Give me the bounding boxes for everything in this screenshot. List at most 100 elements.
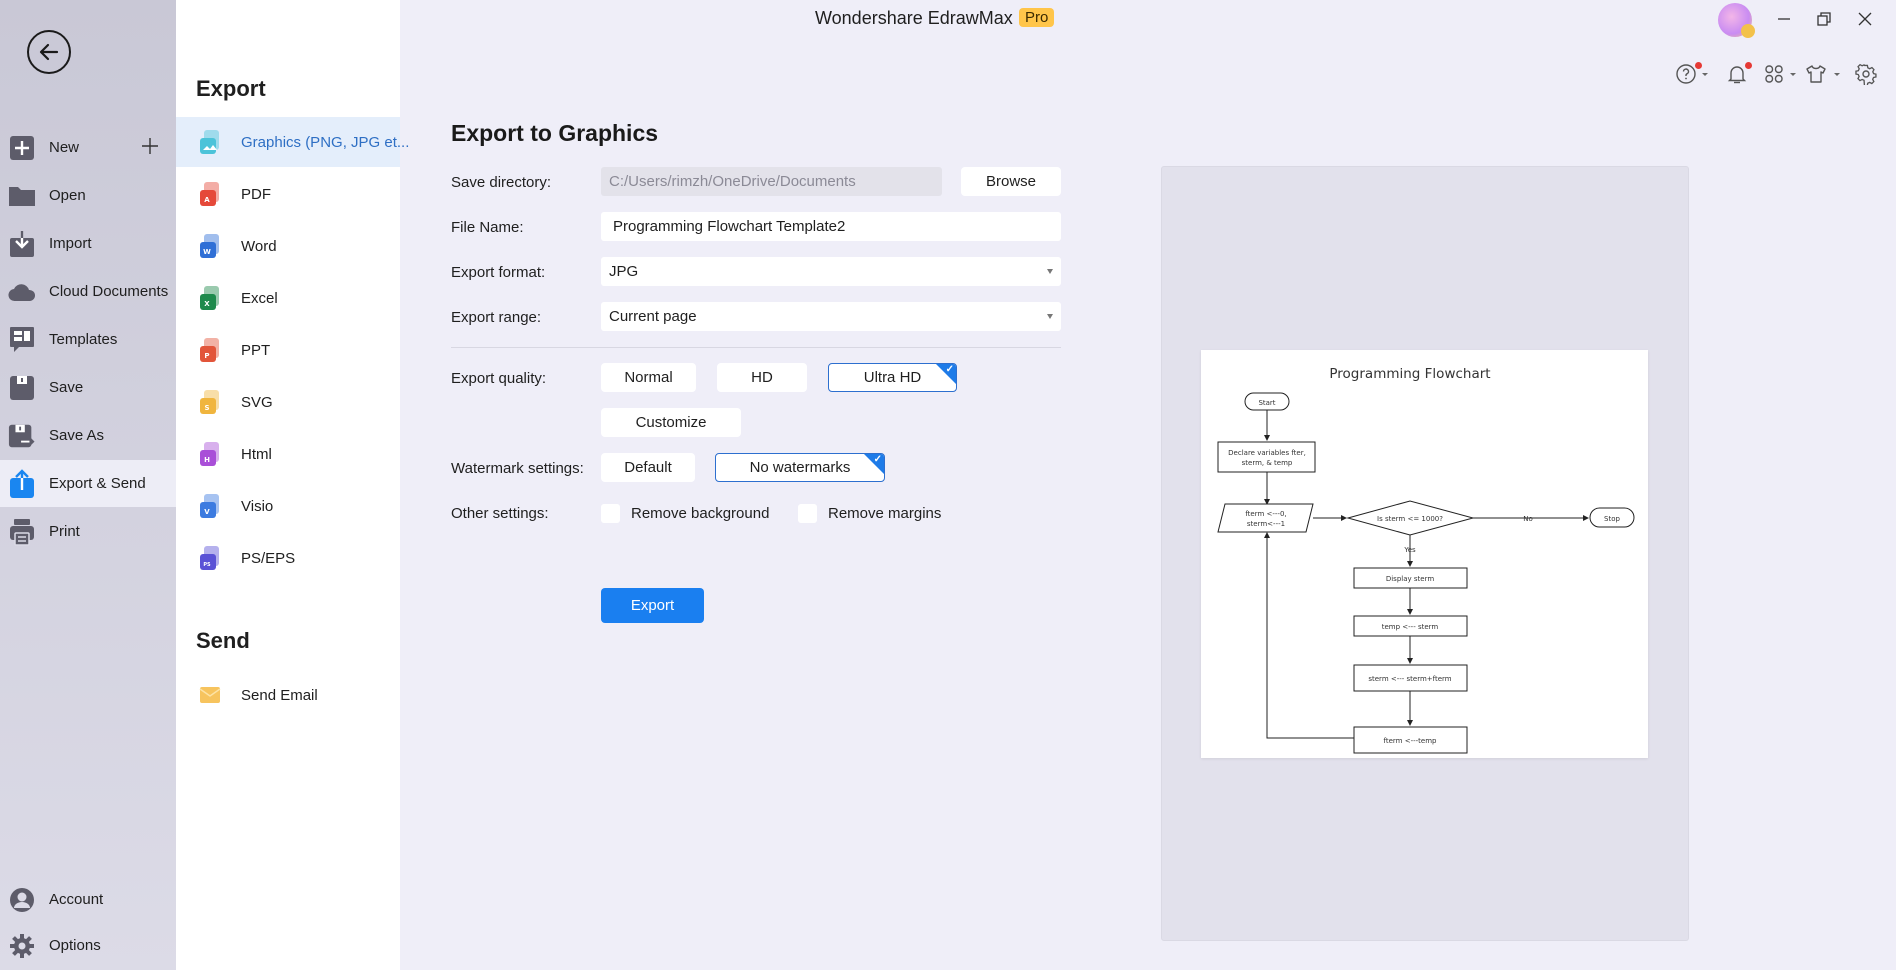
apps-button[interactable] bbox=[1763, 62, 1798, 86]
apps-grid-icon bbox=[1765, 65, 1783, 83]
node-init-label-1: fterm <---0, bbox=[1245, 510, 1286, 518]
quality-ultra-hd-button[interactable]: Ultra HD ✓ bbox=[828, 363, 957, 392]
pro-badge: Pro bbox=[1019, 8, 1055, 27]
back-button[interactable] bbox=[27, 30, 71, 74]
customize-button[interactable]: Customize bbox=[601, 408, 741, 437]
restore-button[interactable] bbox=[1811, 6, 1837, 32]
notifications-button[interactable] bbox=[1726, 62, 1752, 86]
plus-square-icon bbox=[8, 134, 36, 162]
export-format-item[interactable]: W Word bbox=[176, 221, 400, 271]
printer-icon bbox=[8, 518, 36, 546]
sidebar-item-import[interactable]: Import bbox=[0, 220, 176, 267]
sidebar-item-label: Templates bbox=[49, 331, 118, 348]
file-format-icon: W bbox=[199, 233, 221, 259]
file-format-icon: P bbox=[199, 337, 221, 363]
remove-background-checkbox[interactable] bbox=[601, 504, 620, 523]
sidebar-item-save[interactable]: Save bbox=[0, 364, 176, 411]
export-heading: Export bbox=[196, 76, 266, 101]
settings-button[interactable] bbox=[1855, 62, 1877, 86]
export-format-item[interactable]: S SVG bbox=[176, 377, 400, 427]
export-format-item[interactable]: X Excel bbox=[176, 273, 400, 323]
node-declare bbox=[1217, 441, 1316, 473]
export-format-label: Html bbox=[241, 445, 272, 463]
templates-icon bbox=[8, 326, 36, 354]
chevron-down-icon bbox=[1834, 73, 1840, 76]
sidebar-item-label: Save bbox=[49, 379, 84, 396]
checkmark-icon: ✓ bbox=[873, 454, 882, 465]
watermark-none-button[interactable]: No watermarks ✓ bbox=[715, 453, 885, 482]
remove-margins-checkbox[interactable] bbox=[798, 504, 817, 523]
watermark-none-label: No watermarks bbox=[749, 459, 851, 476]
preview-page: Programming Flowchart Start Declare vari… bbox=[1201, 350, 1648, 758]
sidebar-item-templates[interactable]: Templates bbox=[0, 316, 176, 363]
svg-text:A: A bbox=[204, 196, 210, 204]
checkmark-icon: ✓ bbox=[945, 364, 954, 375]
node-fterm-label: fterm <---temp bbox=[1384, 737, 1438, 745]
sidebar-item-save-as[interactable]: Save As bbox=[0, 412, 176, 459]
sidebar-item-options[interactable]: Options bbox=[0, 922, 176, 969]
node-temp-label: temp <--- sterm bbox=[1382, 623, 1439, 631]
sidebar-item-label: Open bbox=[49, 187, 86, 204]
account-icon bbox=[8, 886, 36, 914]
sidebar-item-export-send[interactable]: Export & Send bbox=[0, 460, 176, 507]
chevron-down-icon bbox=[1047, 269, 1053, 274]
export-format-item[interactable]: PS PS/EPS bbox=[176, 533, 400, 583]
export-format-label: Word bbox=[241, 237, 277, 255]
export-format-label: Excel bbox=[241, 289, 278, 307]
svg-text:W: W bbox=[203, 248, 211, 256]
add-new-icon[interactable] bbox=[140, 136, 160, 156]
export-format-label: Graphics (PNG, JPG et... bbox=[241, 133, 410, 151]
watermark-default-button[interactable]: Default bbox=[601, 453, 695, 482]
avatar[interactable] bbox=[1718, 3, 1755, 38]
export-button[interactable]: Export bbox=[601, 588, 704, 623]
theme-button[interactable] bbox=[1805, 62, 1842, 86]
export-format-select[interactable]: JPG bbox=[601, 257, 1061, 286]
file-name-input[interactable] bbox=[601, 212, 1061, 241]
export-format-item[interactable]: V Visio bbox=[176, 481, 400, 531]
export-format-item[interactable]: A PDF bbox=[176, 169, 400, 219]
app-title: Wondershare EdrawMax bbox=[815, 8, 1013, 28]
sidebar-item-new[interactable]: New bbox=[0, 124, 176, 171]
svg-text:P: P bbox=[204, 352, 209, 360]
close-icon bbox=[1858, 12, 1872, 26]
chevron-down-icon bbox=[1702, 73, 1708, 76]
sidebar-item-cloud-documents[interactable]: Cloud Documents bbox=[0, 268, 176, 315]
node-stop-label: Stop bbox=[1604, 515, 1620, 523]
export-quality-label: Export quality: bbox=[451, 370, 547, 387]
sidebar-item-label: New bbox=[49, 139, 80, 156]
export-format-item[interactable]: P PPT bbox=[176, 325, 400, 375]
file-format-icon: H bbox=[199, 441, 221, 467]
remove-background-label[interactable]: Remove background bbox=[631, 505, 769, 522]
edge-yes-label: Yes bbox=[1403, 546, 1416, 554]
sidebar-item-account[interactable]: Account bbox=[0, 876, 176, 923]
remove-margins-label[interactable]: Remove margins bbox=[828, 505, 941, 522]
quality-normal-button[interactable]: Normal bbox=[601, 363, 696, 392]
sidebar-item-print[interactable]: Print bbox=[0, 508, 176, 555]
import-icon bbox=[8, 230, 36, 258]
quality-hd-button[interactable]: HD bbox=[717, 363, 807, 392]
export-format-label: PPT bbox=[241, 341, 271, 359]
quality-ultra-hd-label: Ultra HD bbox=[863, 369, 922, 386]
send-email-item[interactable]: Send Email bbox=[176, 670, 400, 720]
save-directory-label: Save directory: bbox=[451, 174, 552, 191]
settings-gear-icon bbox=[1855, 63, 1877, 85]
export-range-select[interactable]: Current page bbox=[601, 302, 1061, 331]
minimize-icon bbox=[1778, 18, 1790, 20]
notification-dot bbox=[1745, 62, 1752, 69]
close-button[interactable] bbox=[1852, 6, 1878, 32]
file-format-icon bbox=[199, 129, 221, 155]
browse-button[interactable]: Browse bbox=[961, 167, 1061, 196]
minimize-button[interactable] bbox=[1771, 6, 1797, 32]
node-declare-label-1: Declare variables fter, bbox=[1228, 449, 1306, 457]
export-icon bbox=[8, 468, 36, 498]
help-button[interactable] bbox=[1675, 62, 1710, 86]
save-icon bbox=[8, 374, 36, 402]
export-format-item[interactable]: Graphics (PNG, JPG et... bbox=[176, 117, 409, 167]
export-format-label: PS/EPS bbox=[241, 549, 296, 567]
folder-icon bbox=[8, 182, 36, 210]
flowchart-preview: Programming Flowchart Start Declare vari… bbox=[1217, 366, 1635, 754]
file-format-icon: A bbox=[199, 181, 221, 207]
sidebar-item-open[interactable]: Open bbox=[0, 172, 176, 219]
divider bbox=[451, 347, 1061, 348]
export-format-item[interactable]: H Html bbox=[176, 429, 400, 479]
